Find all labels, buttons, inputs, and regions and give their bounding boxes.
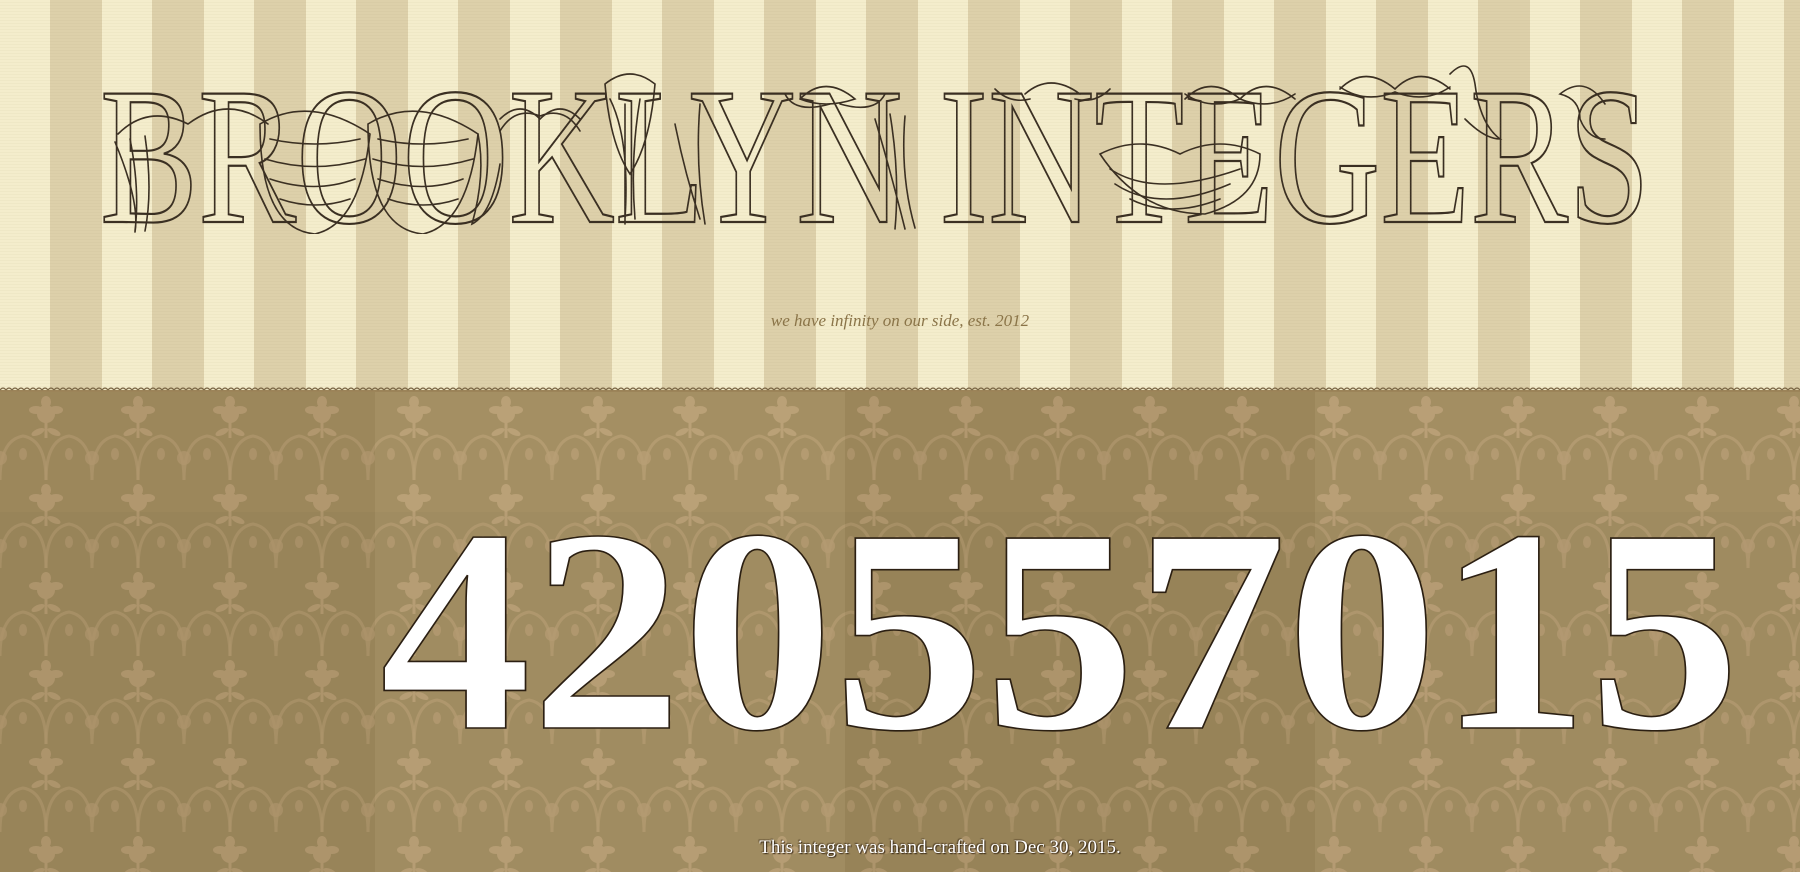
logo-artwork: BROOKLYN INTEGERS — [100, 47, 1650, 234]
scalloped-divider — [0, 386, 1800, 394]
integer-value: 420557015 — [380, 470, 1740, 791]
integer-caption: This integer was hand-crafted on Dec 30,… — [759, 837, 1121, 858]
integer-display: 420557015 — [379, 469, 1760, 792]
site-tagline: we have infinity on our side, est. 2012 — [770, 311, 1030, 330]
site-logo[interactable]: BROOKLYN INTEGERS — [100, 44, 1650, 234]
site-header: BROOKLYN INTEGERS we have infinity on ou… — [0, 0, 1800, 390]
